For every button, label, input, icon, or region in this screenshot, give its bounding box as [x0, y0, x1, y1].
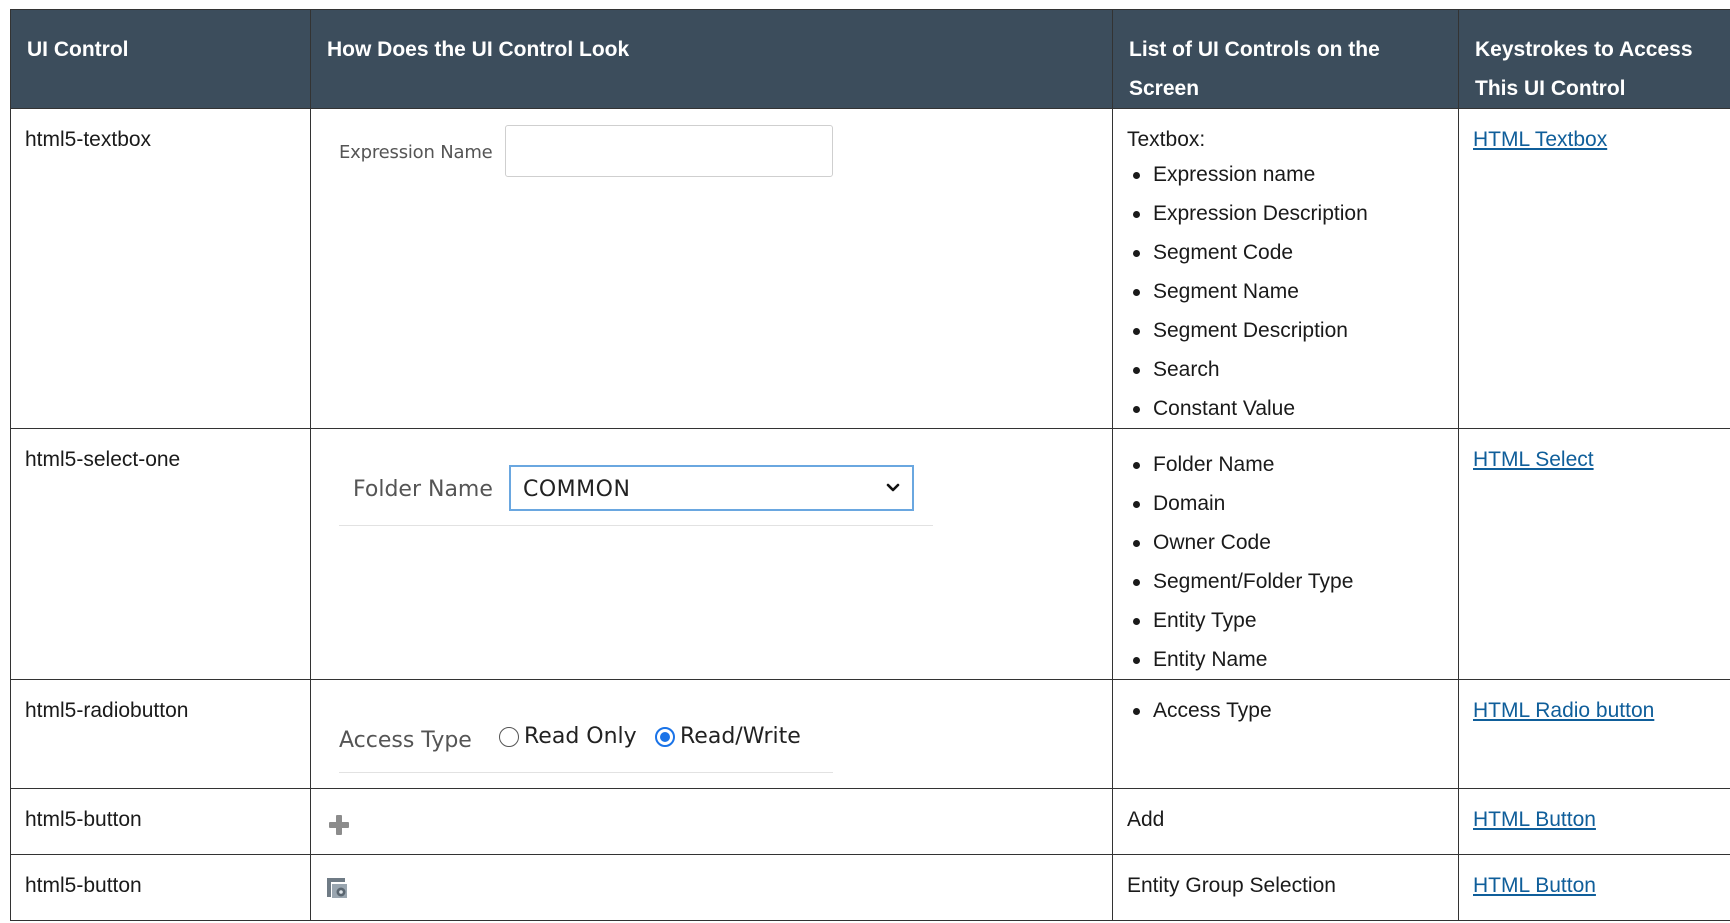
- list-item: Segment/Folder Type: [1133, 562, 1444, 601]
- keystroke-cell: HTML Radio button: [1458, 679, 1730, 789]
- table-row: html5-button Entity Group Selection HTML…: [10, 854, 1730, 921]
- list-item: Domain: [1133, 484, 1444, 523]
- list-item: Folder Name: [1133, 445, 1444, 484]
- keystroke-cell: HTML Button: [1458, 788, 1730, 855]
- list-item: Search: [1133, 350, 1444, 389]
- table-row: html5-radiobutton Access Type Read Only …: [10, 679, 1730, 789]
- table-row: html5-button Add HTML Button: [10, 788, 1730, 855]
- header-keystrokes: Keystrokes to Access This UI Control: [1458, 9, 1730, 109]
- header-how-look: How Does the UI Control Look: [310, 9, 1113, 109]
- list-item: Entity Type: [1133, 601, 1444, 640]
- entity-group-icon[interactable]: [325, 875, 351, 901]
- control-name: html5-button: [10, 854, 311, 921]
- radio-selected-icon: [655, 727, 675, 747]
- radio-label: Read/Write: [680, 724, 801, 749]
- preview-cell: Expression Name: [310, 108, 1113, 429]
- preview-cell: Access Type Read Only Read/Write: [310, 679, 1113, 789]
- html-radio-button-link[interactable]: HTML Radio button: [1473, 699, 1654, 722]
- html-button-link[interactable]: HTML Button: [1473, 808, 1596, 831]
- table-row: html5-select-one Folder Name COMMON Fold…: [10, 428, 1730, 680]
- folder-name-select[interactable]: COMMON: [509, 465, 914, 511]
- table-row: html5-textbox Expression Name Textbox: E…: [10, 108, 1730, 429]
- controls-list: Access Type: [1127, 691, 1444, 730]
- radio-read-write[interactable]: Read/Write: [655, 722, 833, 752]
- select-value: COMMON: [523, 477, 631, 502]
- radio-label: Read Only: [524, 724, 637, 749]
- html-textbox-link[interactable]: HTML Textbox: [1473, 128, 1607, 151]
- keystroke-cell: HTML Button: [1458, 854, 1730, 921]
- divider: [339, 772, 833, 773]
- header-row: UI Control How Does the UI Control Look …: [10, 9, 1730, 109]
- header-list-controls: List of UI Controls on the Screen: [1112, 9, 1459, 109]
- plus-icon[interactable]: [327, 813, 351, 837]
- list-cell: Entity Group Selection: [1112, 854, 1459, 921]
- keystroke-cell: HTML Textbox: [1458, 108, 1730, 429]
- preview-cell: Folder Name COMMON: [310, 428, 1113, 680]
- radio-unselected-icon: [499, 727, 519, 747]
- list-cell: Access Type: [1112, 679, 1459, 789]
- list-item: Owner Code: [1133, 523, 1444, 562]
- list-cell: Folder Name Domain Owner Code Segment/Fo…: [1112, 428, 1459, 680]
- html-select-link[interactable]: HTML Select: [1473, 448, 1594, 471]
- expression-name-label: Expression Name: [339, 142, 493, 163]
- ui-controls-table: UI Control How Does the UI Control Look …: [10, 9, 1730, 921]
- control-name: html5-button: [10, 788, 311, 855]
- list-item: Segment Code: [1133, 233, 1444, 272]
- chevron-down-icon: [886, 483, 900, 492]
- preview-cell: [310, 788, 1113, 855]
- control-name: html5-radiobutton: [10, 679, 311, 789]
- list-item: Segment Description: [1133, 311, 1444, 350]
- list-item: Expression Description: [1133, 194, 1444, 233]
- header-ui-control: UI Control: [10, 9, 311, 109]
- list-cell: Textbox: Expression name Expression Desc…: [1112, 108, 1459, 429]
- list-item: Constant Value: [1133, 389, 1444, 428]
- control-name: html5-textbox: [10, 108, 311, 429]
- list-item: Expression name: [1133, 155, 1444, 194]
- control-name: html5-select-one: [10, 428, 311, 680]
- list-intro: Textbox:: [1127, 128, 1206, 151]
- keystroke-cell: HTML Select: [1458, 428, 1730, 680]
- radio-read-only[interactable]: Read Only: [499, 722, 637, 752]
- list-cell: Add: [1112, 788, 1459, 855]
- expression-name-input[interactable]: [505, 125, 833, 177]
- folder-name-label: Folder Name: [353, 477, 493, 502]
- controls-list: Expression name Expression Description S…: [1127, 155, 1444, 428]
- controls-list: Folder Name Domain Owner Code Segment/Fo…: [1127, 445, 1444, 679]
- access-type-label: Access Type: [339, 728, 472, 753]
- divider: [339, 525, 933, 526]
- preview-cell: [310, 854, 1113, 921]
- html-button-link[interactable]: HTML Button: [1473, 874, 1596, 897]
- list-item: Access Type: [1133, 691, 1444, 730]
- list-item: Entity Name: [1133, 640, 1444, 679]
- list-item: Segment Name: [1133, 272, 1444, 311]
